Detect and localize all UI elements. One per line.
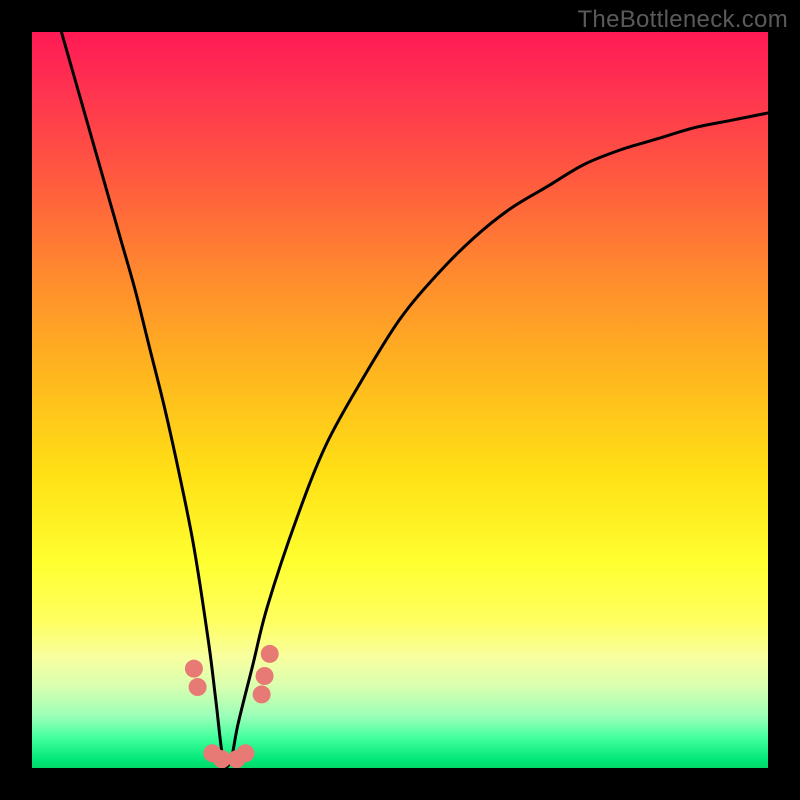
- curve-marker: [261, 645, 279, 663]
- curve-marker: [236, 744, 254, 762]
- plot-area: [32, 32, 768, 768]
- watermark-text: TheBottleneck.com: [577, 6, 788, 34]
- curve-marker: [256, 667, 274, 685]
- curve-marker: [185, 660, 203, 678]
- bottleneck-curve: [61, 32, 768, 767]
- curve-marker: [189, 678, 207, 696]
- chart-frame: TheBottleneck.com: [0, 0, 800, 800]
- bottleneck-curve-svg: [32, 32, 768, 768]
- curve-marker: [253, 685, 271, 703]
